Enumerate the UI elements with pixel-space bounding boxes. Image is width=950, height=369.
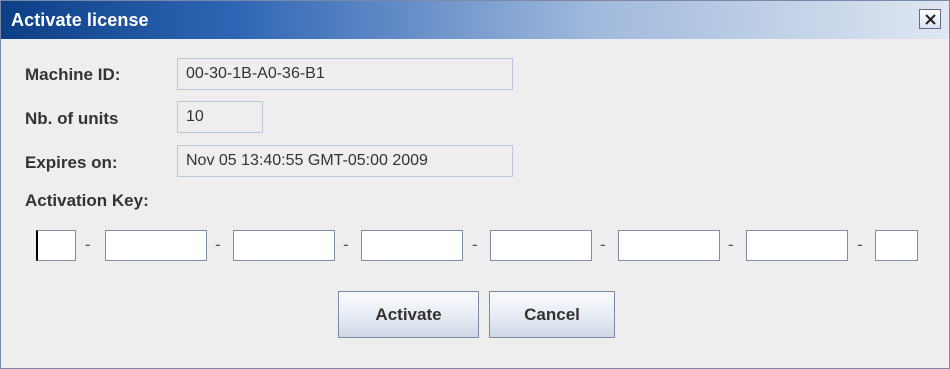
machine-id-label: Machine ID:: [25, 65, 121, 84]
expires-label: Expires on:: [25, 153, 118, 172]
units-field: 10: [177, 101, 263, 133]
units-label: Nb. of units: [25, 109, 119, 128]
dialog-title: Activate license: [11, 10, 149, 30]
key-segment-4[interactable]: [361, 230, 463, 261]
key-segment-3[interactable]: [233, 230, 335, 261]
activation-key-label: Activation Key:: [25, 191, 149, 210]
key-segment-7[interactable]: [746, 230, 848, 261]
cancel-button[interactable]: Cancel: [489, 291, 615, 338]
key-segment-1[interactable]: [36, 230, 76, 261]
key-segment-8[interactable]: [875, 230, 918, 261]
title-bar[interactable]: Activate license: [1, 1, 949, 39]
key-separator: -: [343, 235, 349, 254]
key-segment-2[interactable]: [105, 230, 207, 261]
key-separator: -: [728, 235, 734, 254]
machine-id-field: 00-30-1B-A0-36-B1: [177, 58, 513, 90]
key-segment-6[interactable]: [618, 230, 720, 261]
close-x-icon: [925, 14, 936, 25]
activate-button[interactable]: Activate: [338, 291, 479, 338]
key-separator: -: [85, 235, 91, 254]
key-segment-5[interactable]: [490, 230, 592, 261]
key-separator: -: [472, 235, 478, 254]
key-separator: -: [600, 235, 606, 254]
key-separator: -: [857, 235, 863, 254]
close-button[interactable]: [919, 9, 941, 29]
activate-license-dialog: Activate license Machine ID: 00-30-1B-A0…: [0, 0, 950, 369]
expires-field: Nov 05 13:40:55 GMT-05:00 2009: [177, 145, 513, 177]
key-separator: -: [215, 235, 221, 254]
